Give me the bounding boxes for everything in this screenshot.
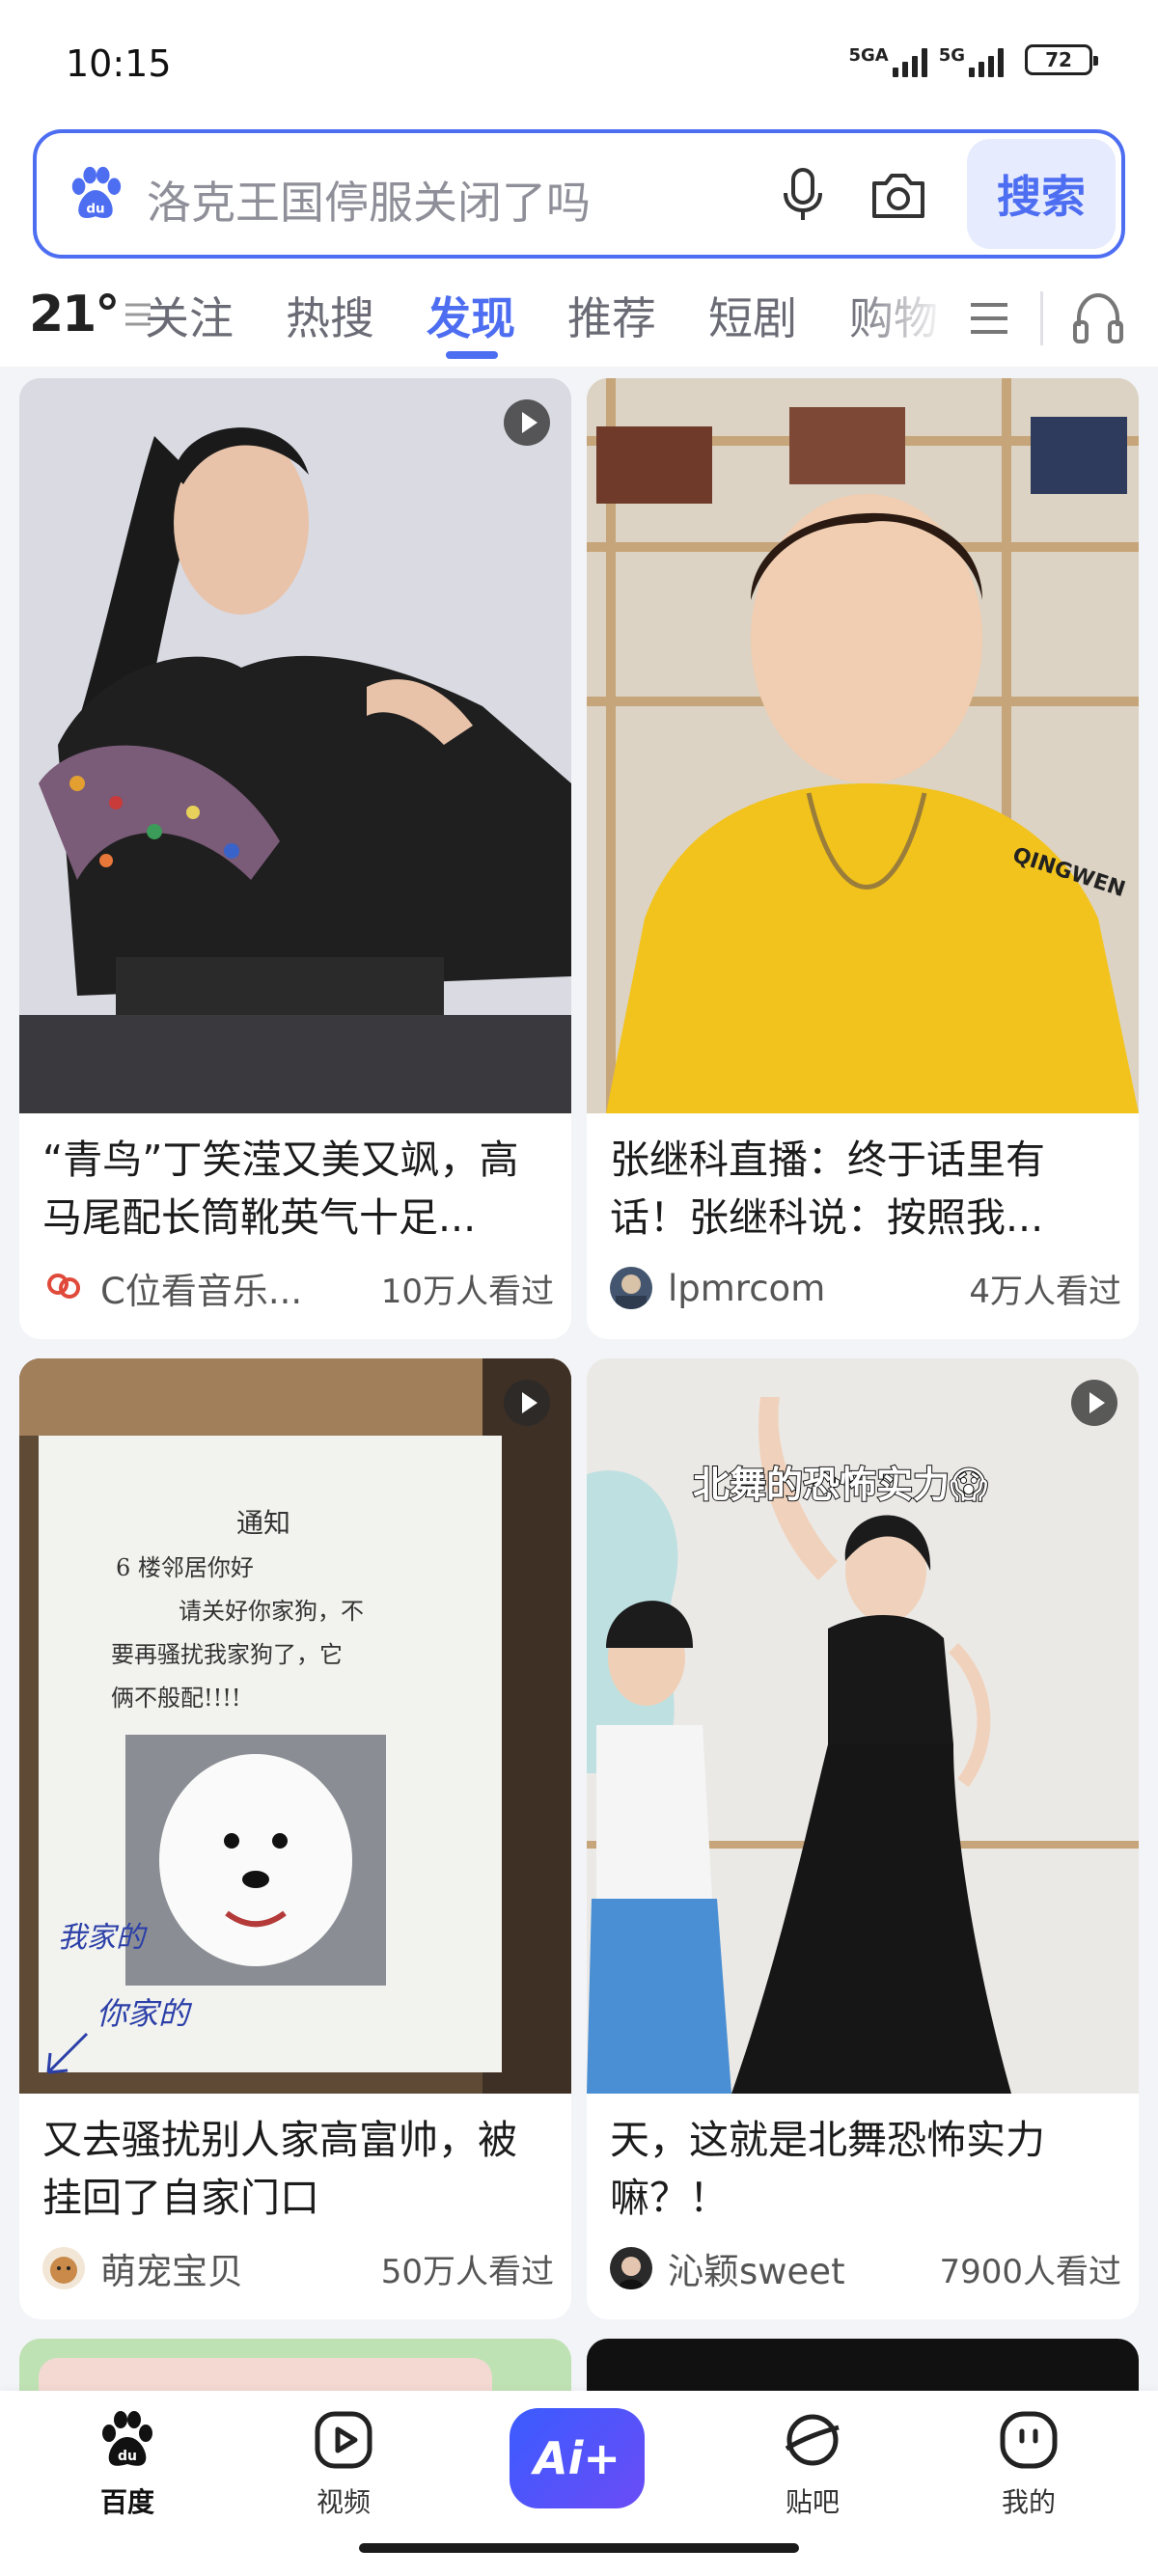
tab-fade [849,270,946,367]
card-thumbnail[interactable] [19,378,571,1113]
tieba-icon [785,2414,840,2466]
nav-label: 百度 [99,2486,154,2518]
feed-card-2[interactable]: QINGWEN 张继科直播：终于话里有话！张继科说：按照我... lpmrcom… [587,378,1139,1339]
status-time: 10:15 [66,42,172,85]
card-meta: 萌宠宝贝 50万人看过 [42,2244,554,2292]
battery-level: 72 [1045,48,1072,71]
author-avatar[interactable] [42,1267,85,1309]
tab-recommend[interactable]: 推荐 [567,284,656,347]
author-name[interactable]: 萌宠宝贝 [100,2242,381,2294]
author-name[interactable]: lpmrcom [668,1268,969,1309]
tab-discover[interactable]: 发现 [427,284,515,347]
card-thumbnail-art [19,378,571,1113]
card-thumbnail[interactable]: 北舞的恐怖实力😱 [587,1358,1139,2094]
nav-profile[interactable]: 我的 [951,2406,1106,2520]
tab-follow[interactable]: 关注 [145,284,234,347]
nav-video[interactable]: 视频 [266,2406,421,2520]
notice-line-1: 6 楼邻居你好 [116,1554,254,1581]
weather-widget[interactable]: 21° [29,286,154,343]
tab-short-drama[interactable]: 短剧 [708,284,797,347]
nav-label: 贴吧 [785,2486,840,2518]
author-name[interactable]: 沁颖sweet [668,2242,939,2294]
card-meta: lpmrcom 4万人看过 [610,1264,1121,1312]
view-count: 50万人看过 [380,2252,554,2291]
card-meta: C位看音乐... 10万人看过 [42,1264,554,1312]
headphone-icon[interactable] [1071,289,1125,347]
video-play-icon [1071,1380,1117,1426]
view-count: 10万人看过 [380,1272,554,1311]
status-bar: 10:15 5GA 5G 72 [0,0,1158,125]
nav-label: 我的 [1001,2486,1056,2518]
network-5g-label: 5G [938,45,965,66]
search-input[interactable]: du 洛克王国停服关闭了吗 搜索 [33,129,1125,259]
card-thumbnail-art: QINGWEN [587,378,1139,1113]
baidu-paw-icon: du [71,166,122,218]
card-title[interactable]: 张继科直播：终于话里有话！张继科说：按照我... [610,1131,1121,1247]
svg-text:du: du [118,2449,137,2464]
video-play-icon [504,1380,550,1426]
status-icons: 5GA 5G 72 [848,42,1098,77]
active-tab-indicator [446,351,498,359]
feed-card-1[interactable]: “青鸟”丁笑滢又美又飒，高马尾配长筒靴英气十足... C位看音乐... 10万人… [19,378,571,1339]
network-5ga-label: 5GA [848,45,889,66]
handwritten-note-mine: 我家的 [58,1921,148,1955]
tab-divider [1040,291,1043,345]
feed-card-4[interactable]: 北舞的恐怖实力😱 天，这就是北舞恐怖实力嘛？！ 沁颖sweet 7900人看过 [587,1358,1139,2319]
feed-card-3[interactable]: 通知 6 楼邻居你好 请关好你家狗，不 要再骚扰我家狗了，它 俩不般配!!!! … [19,1358,571,2319]
menu-icon[interactable] [967,293,1011,343]
video-play-icon [315,2411,372,2469]
tab-hot-search[interactable]: 热搜 [286,284,374,347]
card-thumbnail[interactable]: 通知 6 楼邻居你好 请关好你家狗，不 要再骚扰我家狗了，它 俩不般配!!!! … [19,1358,571,2094]
nav-label: 视频 [316,2486,371,2518]
home-indicator[interactable] [359,2543,799,2553]
video-play-icon [504,399,550,446]
view-count: 4万人看过 [969,1272,1121,1311]
channel-tabs: 21° 关注 热搜 发现 推荐 短剧 购物 [0,270,1158,367]
signal-5g-icon: 5G [939,42,1004,77]
search-area: du 洛克王国停服关闭了吗 搜索 [0,125,1158,270]
search-placeholder: 洛克王国停服关闭了吗 [147,177,591,229]
battery-icon: 72 [1025,44,1098,75]
card-title[interactable]: “青鸟”丁笑滢又美又飒，高马尾配长筒靴英气十足... [42,1131,554,1247]
notice-title: 通知 [236,1507,290,1539]
notice-line-4: 俩不般配!!!! [111,1685,241,1712]
notice-line-2: 请关好你家狗，不 [179,1598,364,1625]
handwritten-note-yours: 你家的 [96,1995,193,2032]
card-meta: 沁颖sweet 7900人看过 [610,2244,1121,2292]
microphone-icon[interactable] [776,166,830,224]
author-avatar[interactable] [610,1267,652,1309]
card-title[interactable]: 天，这就是北舞恐怖实力嘛？！ [610,2111,1121,2227]
card-title[interactable]: 又去骚扰别人家高富帅，被挂回了自家门口 [42,2111,554,2227]
view-count: 7900人看过 [939,2252,1121,2291]
nav-tieba[interactable]: 贴吧 [735,2406,890,2520]
video-overlay-caption: 北舞的恐怖实力😱 [692,1463,989,1507]
ai-assistant-button[interactable]: Ai+ [510,2408,645,2508]
search-button[interactable]: 搜索 [967,139,1116,249]
author-avatar[interactable] [610,2247,652,2289]
svg-text:du: du [86,201,104,216]
card-thumbnail[interactable]: QINGWEN [587,378,1139,1113]
signal-5ga-icon: 5GA [848,42,927,77]
baidu-app-screen: 10:15 5GA 5G 72 du 洛克王国停服关闭了吗 搜索 21° 关注 … [0,0,1158,2576]
weather-temperature: 21° [29,286,120,343]
notice-line-3: 要再骚扰我家狗了，它 [111,1641,343,1668]
author-avatar[interactable] [42,2247,85,2289]
camera-icon[interactable] [868,168,928,222]
baidu-paw-icon: du [102,2411,152,2466]
card-thumbnail-art: 通知 6 楼邻居你好 请关好你家狗，不 要再骚扰我家狗了，它 俩不般配!!!! … [19,1358,571,2094]
author-name[interactable]: C位看音乐... [100,1262,381,1314]
nav-baidu[interactable]: du 百度 [50,2406,205,2520]
profile-icon [1000,2411,1058,2469]
